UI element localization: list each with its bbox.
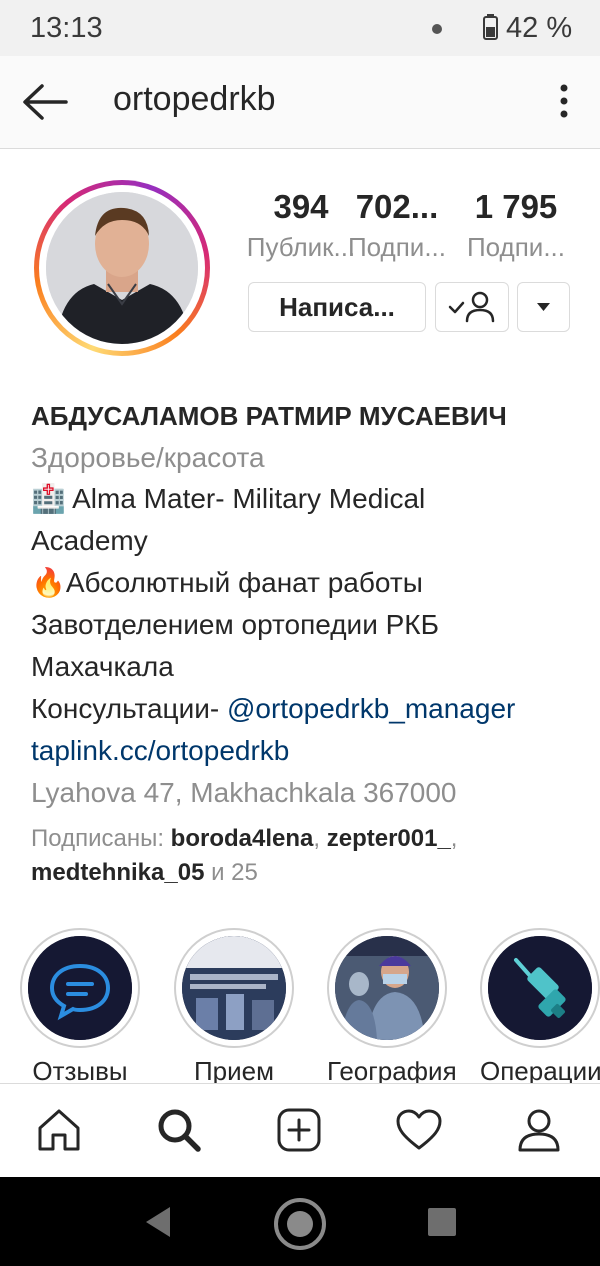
highlight-reviews[interactable]: Отзывы [20, 928, 140, 1087]
add-post-icon[interactable] [275, 1106, 323, 1154]
highlight-operations[interactable]: Операции [480, 928, 600, 1087]
bio-line: Махачкала [31, 651, 174, 682]
bio-line: Консультации- @ortopedrkb_manager [31, 693, 516, 724]
bio-line: 🏥 Alma Mater- Military Medical [31, 483, 426, 514]
stat-posts[interactable]: 394 Публик... [246, 188, 356, 263]
status-time: 13:13 [30, 12, 103, 44]
profile-header: ortopedrkb [0, 56, 600, 149]
category: Здоровье/красота [31, 442, 265, 473]
bio-line: Завотделением ортопедии РКБ [31, 609, 439, 640]
chat-bubble-icon [28, 936, 132, 1040]
more-options-icon[interactable] [553, 82, 575, 122]
profile-icon[interactable] [515, 1106, 563, 1154]
highlight-geography[interactable]: География [327, 928, 457, 1087]
stat-followers-label: Подпи... [347, 232, 447, 262]
stat-posts-label: Публик... [246, 232, 356, 262]
caret-down-icon [537, 303, 550, 311]
surgeons-photo [335, 936, 439, 1040]
system-home-icon[interactable] [272, 1196, 328, 1252]
stat-following-value: 1 795 [474, 188, 558, 225]
system-back-icon[interactable] [140, 1203, 176, 1241]
mutual-user: boroda4lena [170, 825, 314, 852]
battery-level: 42 % [506, 12, 573, 44]
status-bar: 13:13 42 % [0, 0, 600, 56]
stat-following[interactable]: 1 795 Подпи... [461, 188, 571, 263]
mutual-user: zepter001_ [326, 825, 451, 852]
hospital-emoji: 🏥 [31, 483, 66, 514]
address-link[interactable]: Lyahova 47, Makhachkala 367000 [31, 772, 591, 814]
clinic-photo [182, 936, 286, 1040]
suggestions-dropdown-button[interactable] [517, 282, 570, 332]
bottom-navigation [0, 1083, 600, 1178]
avatar-photo [46, 192, 198, 344]
drill-icon [488, 936, 592, 1040]
bio-line: 🔥Абсолютный фанат работы [31, 567, 423, 598]
message-button[interactable]: Написа... [248, 282, 426, 332]
fire-emoji: 🔥 [31, 567, 66, 598]
back-arrow-icon[interactable] [20, 82, 70, 122]
full-name: АБДУСАЛАМОВ РАТМИР МУСАЕВИЧ [31, 401, 507, 431]
stat-posts-value: 394 [273, 188, 329, 225]
followed-by[interactable]: Подписаны: boroda4lena, zepter001_, medte… [31, 822, 591, 890]
system-navigation-bar [0, 1177, 600, 1266]
profile-avatar[interactable] [34, 180, 210, 356]
website-link[interactable]: taplink.cc/ortopedrkb [31, 730, 591, 772]
bio-line: Academy [31, 525, 148, 556]
heart-icon[interactable] [395, 1106, 443, 1154]
header-username: ortopedrkb [113, 80, 276, 118]
profile-bio: АБДУСАЛАМОВ РАТМИР МУСАЕВИЧ Здоровье/кра… [31, 398, 591, 890]
following-button[interactable] [435, 282, 509, 332]
search-icon[interactable] [155, 1106, 203, 1154]
system-recents-icon[interactable] [426, 1206, 458, 1238]
battery-icon [483, 14, 498, 40]
manager-mention-link[interactable]: @ortopedrkb_manager [227, 693, 515, 724]
highlight-reception[interactable]: Прием [174, 928, 294, 1087]
stat-following-label: Подпи... [466, 232, 566, 262]
stat-followers-value: 702... [355, 188, 439, 225]
notification-dot-icon [432, 24, 442, 34]
mutual-user: medtehnika_05 [31, 859, 205, 886]
home-icon[interactable] [35, 1106, 83, 1154]
following-check-user-icon [448, 291, 495, 323]
stat-followers[interactable]: 702... Подпи... [342, 188, 452, 263]
